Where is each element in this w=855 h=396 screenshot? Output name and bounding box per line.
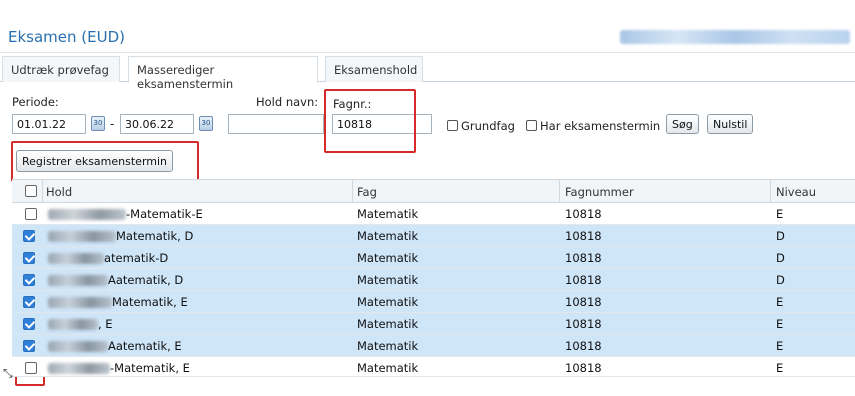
fagnummer-cell: 10818 xyxy=(565,251,602,265)
calendar-icon[interactable]: 30 xyxy=(91,116,105,131)
table-row[interactable]: Matematik, E Matematik 10818 E xyxy=(12,291,855,313)
fag-cell: Matematik xyxy=(357,317,419,331)
header-fag[interactable]: Fag xyxy=(357,185,377,199)
divider xyxy=(0,52,855,53)
table-row[interactable]: Aatematik, E Matematik 10818 E xyxy=(12,335,855,357)
header-hold[interactable]: Hold xyxy=(46,185,72,199)
header-niveau[interactable]: Niveau xyxy=(776,185,816,199)
redacted-hold-name xyxy=(48,253,104,264)
table-row[interactable]: , E Matematik 10818 E xyxy=(12,313,855,335)
tab-udtraek-proevefag[interactable]: Udtræk prøvefag xyxy=(2,56,120,82)
har-eksamenstermin-checkbox[interactable] xyxy=(526,120,537,131)
niveau-cell: E xyxy=(776,339,784,353)
redacted-hold-name xyxy=(48,363,110,374)
hold-cell: -Matematik-E xyxy=(126,207,203,221)
fagnummer-cell: 10818 xyxy=(565,295,602,309)
har-eksamenstermin-label: Har eksamenstermin xyxy=(540,119,661,133)
row-checkbox[interactable] xyxy=(23,318,35,330)
niveau-cell: D xyxy=(776,251,785,265)
row-checkbox[interactable] xyxy=(23,230,35,242)
fag-cell: Matematik xyxy=(357,295,419,309)
niveau-cell: E xyxy=(776,361,784,375)
niveau-cell: D xyxy=(776,273,785,287)
table-header: Hold Fag Fagnummer Niveau xyxy=(12,179,855,204)
grundfag-label: Grundfag xyxy=(461,119,515,133)
redacted-hold-name xyxy=(48,319,98,330)
calendar-icon[interactable]: 30 xyxy=(199,116,213,131)
tab-masserediger-eksamenstermin[interactable]: Masserediger eksamenstermin xyxy=(128,56,318,91)
fagnummer-cell: 10818 xyxy=(565,361,602,375)
row-checkbox[interactable] xyxy=(23,340,35,352)
redacted-hold-name xyxy=(48,231,116,242)
table-row[interactable]: atematik-D Matematik 10818 D xyxy=(12,247,855,269)
tab-bar: Udtræk prøvefag Masserediger eksamenster… xyxy=(0,56,855,91)
niveau-cell: D xyxy=(776,229,785,243)
fag-cell: Matematik xyxy=(357,273,419,287)
redacted-hold-name xyxy=(48,341,108,352)
fagnr-label: Fagnr.: xyxy=(333,97,372,111)
redacted-hold-name xyxy=(48,275,108,286)
row-checkbox[interactable] xyxy=(25,208,37,220)
periode-label: Periode: xyxy=(12,95,59,109)
hold-cell: Matematik, D xyxy=(116,229,194,243)
hold-cell: Matematik, E xyxy=(112,295,188,309)
tab-eksamenshold[interactable]: Eksamenshold xyxy=(325,56,423,82)
search-button[interactable]: Søg xyxy=(666,114,699,134)
fagnummer-cell: 10818 xyxy=(565,339,602,353)
table-row[interactable]: -Matematik-E Matematik 10818 E xyxy=(12,203,855,225)
register-eksamenstermin-button[interactable]: Registrer eksamenstermin xyxy=(16,150,174,172)
fagnr-input[interactable] xyxy=(332,114,432,134)
row-checkbox[interactable] xyxy=(23,274,35,286)
fagnummer-cell: 10818 xyxy=(565,273,602,287)
fag-cell: Matematik xyxy=(357,251,419,265)
table-row[interactable]: -Matematik, E Matematik 10818 E xyxy=(12,357,855,377)
hold-cell: -Matematik, E xyxy=(110,361,190,375)
row-checkbox[interactable] xyxy=(23,252,35,264)
fag-cell: Matematik xyxy=(357,207,419,221)
hold-cell: Aatematik, D xyxy=(108,273,184,287)
fagnummer-cell: 10818 xyxy=(565,317,602,331)
niveau-cell: E xyxy=(776,295,784,309)
grundfag-checkbox[interactable] xyxy=(447,120,458,131)
fagnummer-cell: 10818 xyxy=(565,229,602,243)
hold-navn-label: Hold navn: xyxy=(256,95,319,109)
fag-cell: Matematik xyxy=(357,361,419,375)
hold-cell: , E xyxy=(98,317,113,331)
brand-logo xyxy=(620,30,850,44)
table-row[interactable]: Matematik, D Matematik 10818 D xyxy=(12,225,855,247)
date-separator: - xyxy=(110,117,115,131)
date-from-input[interactable] xyxy=(12,114,86,134)
fagnummer-cell: 10818 xyxy=(565,207,602,221)
select-all-checkbox[interactable] xyxy=(25,185,37,197)
redacted-hold-name xyxy=(48,209,126,220)
mouse-cursor-icon: ⤡ xyxy=(3,366,13,380)
row-checkbox[interactable] xyxy=(23,296,35,308)
niveau-cell: E xyxy=(776,207,784,221)
hold-cell: Aatematik, E xyxy=(108,339,182,353)
reset-button[interactable]: Nulstil xyxy=(707,114,754,134)
fag-cell: Matematik xyxy=(357,229,419,243)
niveau-cell: E xyxy=(776,317,784,331)
date-to-input[interactable] xyxy=(120,114,194,134)
fag-cell: Matematik xyxy=(357,339,419,353)
hold-cell: atematik-D xyxy=(104,251,169,265)
header-fagnummer[interactable]: Fagnummer xyxy=(565,185,634,199)
redacted-hold-name xyxy=(48,297,112,308)
page-title: Eksamen (EUD) xyxy=(8,28,125,46)
hold-navn-input[interactable] xyxy=(228,114,324,134)
table-row[interactable]: Aatematik, D Matematik 10818 D xyxy=(12,269,855,291)
row-checkbox[interactable] xyxy=(25,362,37,374)
